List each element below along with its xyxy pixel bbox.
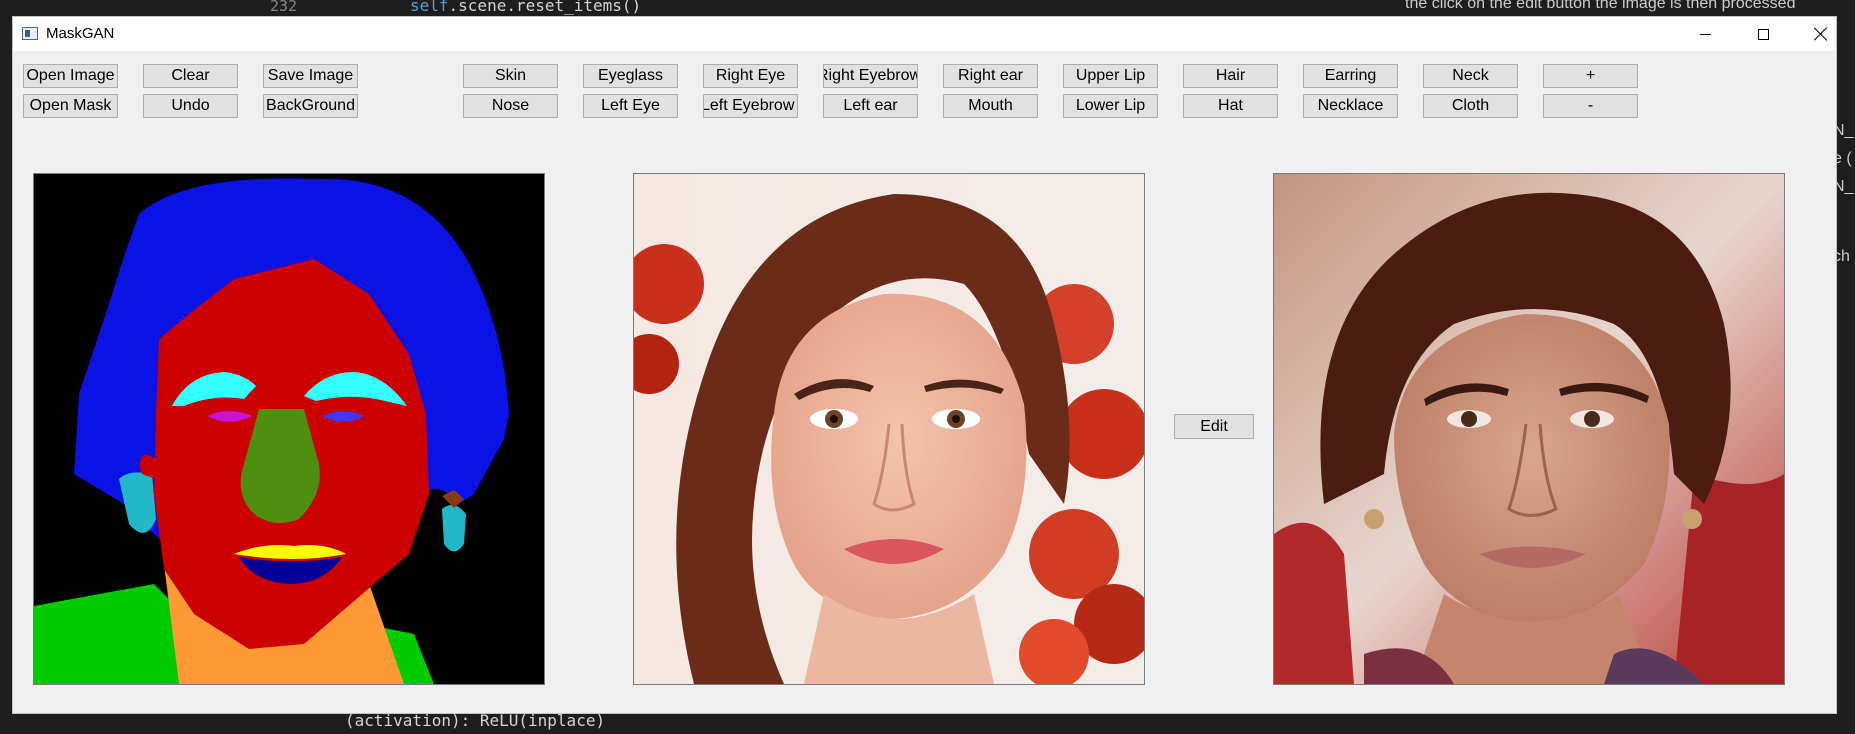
right-ear-region (442, 505, 466, 552)
right-eyebrow-button[interactable]: Right Eyebrow (823, 64, 918, 88)
edit-button[interactable]: Edit (1174, 414, 1254, 439)
undo-button[interactable]: Undo (143, 94, 238, 118)
upper-lip-button[interactable]: Upper Lip (1063, 64, 1158, 88)
line-number: 232 (270, 0, 298, 15)
left-ear-button[interactable]: Left ear (823, 94, 918, 118)
lower-lip-button[interactable]: Lower Lip (1063, 94, 1158, 118)
hair-button[interactable]: Hair (1183, 64, 1278, 88)
window-title: MaskGAN (46, 25, 115, 42)
left-eyebrow-button[interactable]: Left Eyebrow (703, 94, 798, 118)
hat-button[interactable]: Hat (1183, 94, 1278, 118)
source-portrait-image (634, 174, 1144, 684)
output-image-view (1273, 173, 1785, 685)
doc-snippet: the click on the edit button the image i… (1405, 0, 1796, 12)
right-eye-button[interactable]: Right Eye (703, 64, 798, 88)
code-keyword: self (410, 0, 449, 15)
background-editor: 232 self.scene.reset_items() the click o… (0, 0, 1855, 16)
earring-button[interactable]: Earring (1303, 64, 1398, 88)
left-eye-button[interactable]: Left Eye (583, 94, 678, 118)
right-ear-button[interactable]: Right ear (943, 64, 1038, 88)
nose-button[interactable]: Nose (463, 94, 558, 118)
background-button[interactable]: BackGround (263, 94, 358, 118)
minimize-icon (1699, 33, 1711, 35)
maximize-icon (1757, 28, 1769, 40)
clear-button[interactable]: Clear (143, 64, 238, 88)
maximize-button[interactable] (1734, 17, 1792, 51)
title-bar[interactable]: MaskGAN (13, 17, 1836, 51)
open-mask-button[interactable]: Open Mask (23, 94, 118, 118)
close-icon (1814, 27, 1828, 41)
mask-canvas[interactable] (33, 173, 545, 685)
code-line: self.scene.reset_items() (410, 0, 641, 15)
code-rest: .scene.reset_items() (448, 0, 642, 15)
app-window-icon (22, 27, 38, 40)
source-image-view[interactable] (633, 173, 1145, 685)
brush-size-increase-button[interactable]: + (1543, 64, 1638, 88)
eyeglass-button[interactable]: Eyeglass (583, 64, 678, 88)
maskgan-window: MaskGAN Open Image Open Mask Clear Undo … (12, 16, 1837, 714)
save-image-button[interactable]: Save Image (263, 64, 358, 88)
minimize-button[interactable] (1676, 17, 1734, 51)
cloth-button[interactable]: Cloth (1423, 94, 1518, 118)
segmentation-mask (34, 174, 544, 684)
brush-size-decrease-button[interactable]: - (1543, 94, 1638, 118)
generated-portrait-image (1274, 174, 1784, 684)
skin-button[interactable]: Skin (463, 64, 558, 88)
mouth-button[interactable]: Mouth (943, 94, 1038, 118)
open-image-button[interactable]: Open Image (23, 64, 118, 88)
necklace-button[interactable]: Necklace (1303, 94, 1398, 118)
neck-button[interactable]: Neck (1423, 64, 1518, 88)
close-button[interactable] (1792, 17, 1850, 51)
